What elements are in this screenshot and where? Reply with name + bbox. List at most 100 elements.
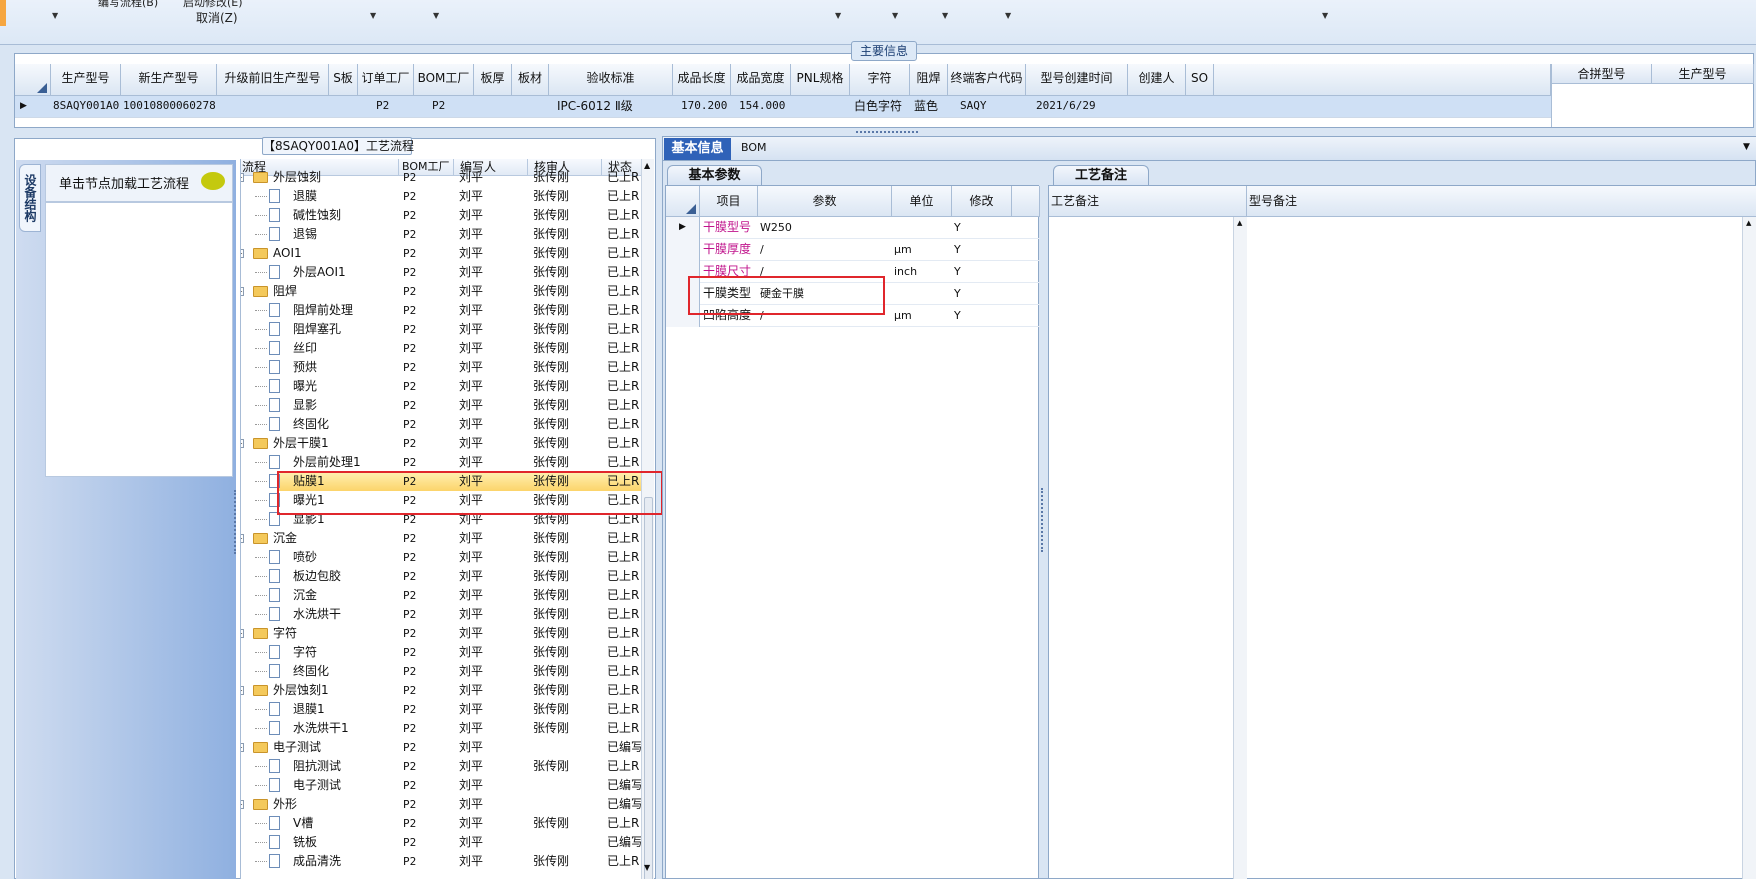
main-cell[interactable]: 10010800060278: [123, 96, 249, 116]
param-row[interactable]: 干膜厚度 / μm Y: [666, 239, 1040, 261]
tree-step-row[interactable]: 外层AOI1 P2 刘平 张传刚 已上R: [241, 263, 641, 282]
cancel-menu[interactable]: 取消(Z): [196, 9, 238, 26]
tab-bom[interactable]: BOM: [741, 141, 767, 154]
splitter-grip[interactable]: [856, 131, 918, 135]
main-col-header[interactable]: SO: [1186, 64, 1214, 96]
params-header-value[interactable]: 参数: [758, 186, 892, 217]
tree-folder-row[interactable]: − AOI1 P2 刘平 张传刚 已上R: [241, 244, 641, 263]
tree-step-row[interactable]: 阻焊塞孔 P2 刘平 张传刚 已上R: [241, 320, 641, 339]
main-col-header[interactable]: 终端客户代码: [948, 64, 1026, 96]
tree-folder-row[interactable]: − 外层干膜1 P2 刘平 张传刚 已上R: [241, 434, 641, 453]
main-col-header[interactable]: 板厚: [474, 64, 512, 96]
tab-basic-info[interactable]: 基本信息: [664, 138, 731, 160]
main-info-hscroll[interactable]: [15, 117, 1551, 127]
tree-folder-row[interactable]: − 沉金 P2 刘平 张传刚 已上R: [241, 529, 641, 548]
tree-folder-row[interactable]: − 外层蚀刻 P2 刘平 张传刚 已上R: [241, 168, 641, 187]
tree-step-row[interactable]: 预烘 P2 刘平 张传刚 已上R: [241, 358, 641, 377]
tree-step-row[interactable]: 喷砂 P2 刘平 张传刚 已上R: [241, 548, 641, 567]
main-col-header[interactable]: 生产型号: [51, 64, 121, 96]
tree-step-row[interactable]: 曝光 P2 刘平 张传刚 已上R: [241, 377, 641, 396]
scroll-down-icon[interactable]: ▼: [644, 863, 650, 872]
tree-vscroll[interactable]: ▲ ▼: [641, 159, 654, 879]
main-cell[interactable]: 2021/6/29: [1036, 96, 1168, 116]
dropdown-caret-icon[interactable]: ▼: [892, 11, 898, 20]
main-col-header[interactable]: 成品宽度: [731, 64, 791, 96]
main-col-header[interactable]: 新生产型号: [121, 64, 217, 96]
tree-step-row[interactable]: 阻抗测试 P2 刘平 张传刚 已上R: [241, 757, 641, 776]
dropdown-caret-icon[interactable]: ▼: [52, 11, 58, 20]
param-row[interactable]: ▶ 干膜型号 W250 Y: [666, 217, 1040, 239]
dropdown-caret-icon[interactable]: ▼: [1322, 11, 1328, 20]
merge-prod-model-header[interactable]: 生产型号: [1652, 64, 1754, 84]
tree-step-row[interactable]: 成品清洗 P2 刘平 张传刚 已上R: [241, 852, 641, 871]
tree-step-row[interactable]: 退膜1 P2 刘平 张传刚 已上R: [241, 700, 641, 719]
tree-step-row[interactable]: 字符 P2 刘平 张传刚 已上R: [241, 643, 641, 662]
collapse-icon[interactable]: −: [241, 249, 244, 258]
params-header-modify[interactable]: 修改: [952, 186, 1012, 217]
main-col-header[interactable]: 验收标准: [549, 64, 673, 96]
panel-menu-caret-icon[interactable]: ▼: [1743, 142, 1750, 152]
collapse-icon[interactable]: −: [241, 173, 244, 182]
tab-process-notes[interactable]: 工艺备注: [1053, 165, 1149, 186]
model-note-scroll[interactable]: ▲: [1742, 217, 1756, 879]
main-col-header[interactable]: BOM工厂: [414, 64, 474, 96]
main-col-header[interactable]: 型号创建时间: [1026, 64, 1128, 96]
splitter-grip[interactable]: [1041, 488, 1045, 552]
main-info-row[interactable]: ▶ 8SAQY001A0 10010800060278 P2 P2 IPC-6012 Ⅱ…: [15, 96, 1551, 117]
main-col-header[interactable]: S板: [329, 64, 358, 96]
tab-basic-params[interactable]: 基本参数: [667, 165, 762, 186]
main-col-header[interactable]: 阻焊: [910, 64, 948, 96]
collapse-icon[interactable]: −: [241, 287, 244, 296]
collapse-icon[interactable]: −: [241, 439, 244, 448]
collapse-icon[interactable]: −: [241, 800, 244, 809]
process-note-header[interactable]: 工艺备注: [1049, 186, 1247, 217]
tree-step-row[interactable]: 水洗烘干1 P2 刘平 张传刚 已上R: [241, 719, 641, 738]
dropdown-caret-icon[interactable]: ▼: [433, 11, 439, 20]
tree-step-row[interactable]: 水洗烘干 P2 刘平 张传刚 已上R: [241, 605, 641, 624]
tree-folder-row[interactable]: − 阻焊 P2 刘平 张传刚 已上R: [241, 282, 641, 301]
tree-step-row[interactable]: 铣板 P2 刘平 已编写: [241, 833, 641, 852]
main-col-header[interactable]: 成品长度: [673, 64, 731, 96]
collapse-icon[interactable]: −: [241, 743, 244, 752]
main-col-header[interactable]: 订单工厂: [358, 64, 414, 96]
tree-step-row[interactable]: 板边包胶 P2 刘平 张传刚 已上R: [241, 567, 641, 586]
tree-step-row[interactable]: 外层前处理1 P2 刘平 张传刚 已上R: [241, 453, 641, 472]
tree-step-row[interactable]: 终固化 P2 刘平 张传刚 已上R: [241, 662, 641, 681]
tree-step-row[interactable]: 显影 P2 刘平 张传刚 已上R: [241, 396, 641, 415]
main-cell[interactable]: P2: [432, 96, 522, 116]
param-value[interactable]: /: [760, 239, 890, 260]
tree-step-row[interactable]: 电子测试 P2 刘平 已编写: [241, 776, 641, 795]
collapse-icon[interactable]: −: [241, 686, 244, 695]
tree-step-row[interactable]: 阻焊前处理 P2 刘平 张传刚 已上R: [241, 301, 641, 320]
edit-flow-menu[interactable]: 编写流程(B): [98, 0, 158, 10]
tree-step-row[interactable]: 沉金 P2 刘平 张传刚 已上R: [241, 586, 641, 605]
param-value[interactable]: W250: [760, 217, 890, 238]
tree-scroll-thumb[interactable]: [644, 497, 653, 879]
main-col-header[interactable]: 升级前旧生产型号: [217, 64, 329, 96]
params-header-unit[interactable]: 单位: [892, 186, 952, 217]
tree-step-row[interactable]: 丝印 P2 刘平 张传刚 已上R: [241, 339, 641, 358]
tree-folder-row[interactable]: − 外层蚀刻1 P2 刘平 张传刚 已上R: [241, 681, 641, 700]
collapse-icon[interactable]: −: [241, 534, 244, 543]
tree-step-row[interactable]: 终固化 P2 刘平 张传刚 已上R: [241, 415, 641, 434]
tree-step-row[interactable]: 退锡 P2 刘平 张传刚 已上R: [241, 225, 641, 244]
main-col-header[interactable]: 板材: [512, 64, 549, 96]
dropdown-caret-icon[interactable]: ▼: [370, 11, 376, 20]
tree-step-row[interactable]: 退膜 P2 刘平 张传刚 已上R: [241, 187, 641, 206]
tree-folder-row[interactable]: − 电子测试 P2 刘平 已编写: [241, 738, 641, 757]
main-col-header[interactable]: PNL规格: [791, 64, 850, 96]
merge-model-header[interactable]: 合拼型号: [1552, 64, 1652, 84]
main-cell[interactable]: 154.000: [739, 96, 829, 116]
main-col-header[interactable]: 字符: [850, 64, 910, 96]
scroll-up-icon[interactable]: ▲: [644, 161, 650, 170]
dropdown-caret-icon[interactable]: ▼: [835, 11, 841, 20]
collapse-icon[interactable]: −: [241, 629, 244, 638]
tree-folder-row[interactable]: − 外形 P2 刘平 已编写: [241, 795, 641, 814]
main-col-header[interactable]: 创建人: [1128, 64, 1186, 96]
device-structure-tab[interactable]: 设备结构: [19, 164, 41, 232]
tree-step-row[interactable]: 碱性蚀刻 P2 刘平 张传刚 已上R: [241, 206, 641, 225]
process-note-scroll[interactable]: ▲: [1233, 217, 1247, 879]
splitter-grip[interactable]: [234, 490, 238, 554]
tree-step-row[interactable]: V槽 P2 刘平 张传刚 已上R: [241, 814, 641, 833]
dropdown-caret-icon[interactable]: ▼: [942, 11, 948, 20]
